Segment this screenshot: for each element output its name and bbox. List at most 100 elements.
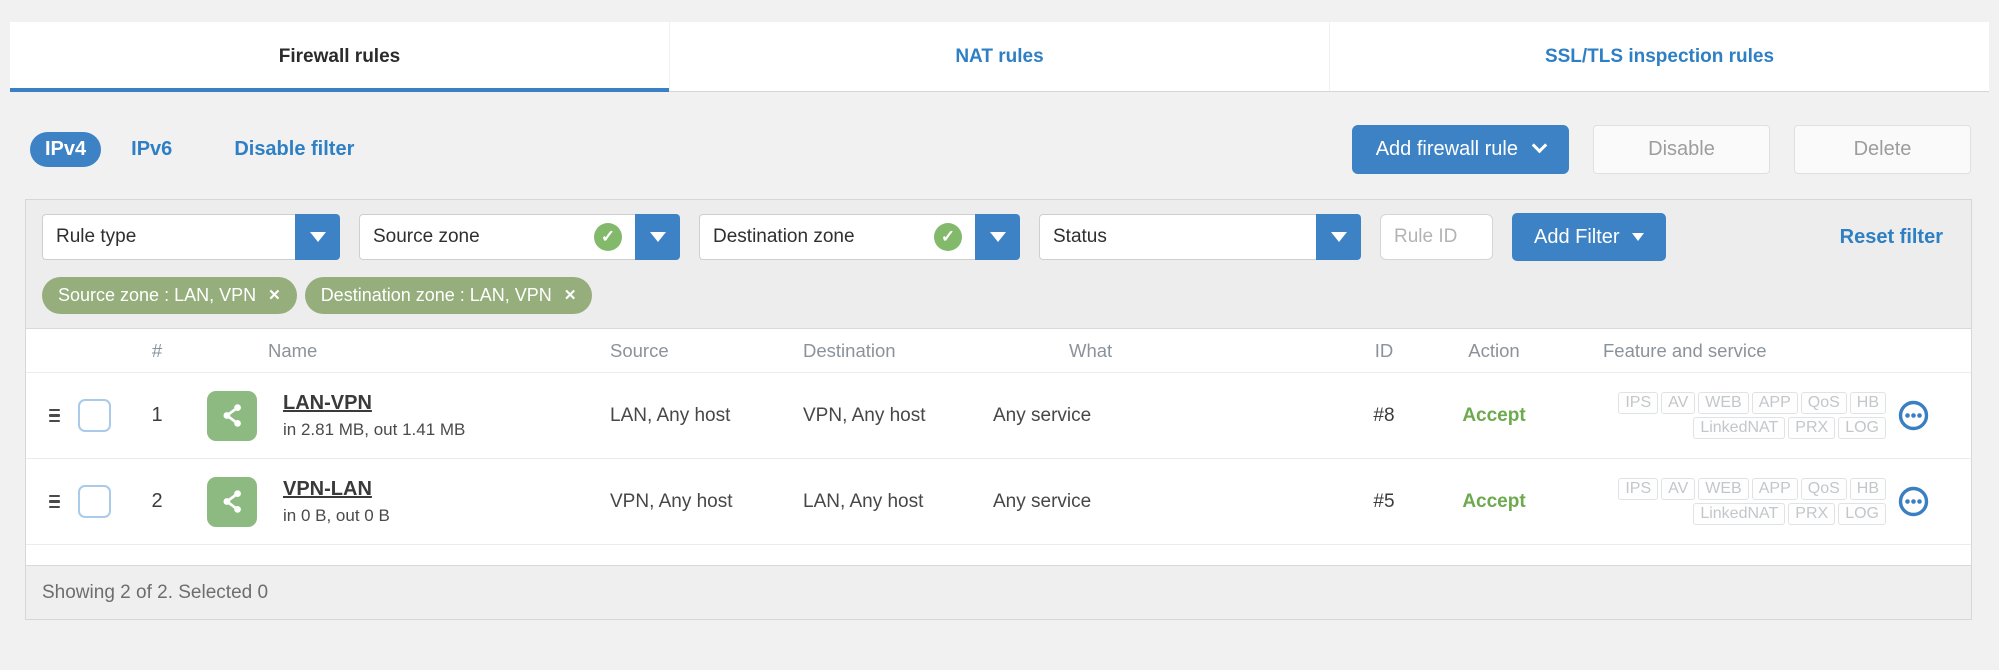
status-caret-button[interactable]	[1316, 214, 1361, 260]
rule-id: #5	[1373, 490, 1395, 512]
rule-id: #8	[1373, 404, 1395, 426]
ellipsis-icon	[1898, 400, 1929, 431]
feature-badge: WEB	[1698, 392, 1749, 414]
rule-number: 2	[151, 490, 163, 512]
rule-source: LAN, Any host	[610, 404, 731, 426]
rule-destination: VPN, Any host	[803, 404, 926, 426]
filter-chip-destination-zone: Destination zone : LAN, VPN ✕	[304, 277, 593, 314]
close-icon[interactable]: ✕	[268, 288, 281, 303]
source-zone-label: Source zone	[373, 226, 480, 247]
drag-handle-icon[interactable]	[45, 405, 64, 427]
destination-zone-caret-button[interactable]	[975, 214, 1020, 260]
rule-traffic: in 2.81 MB, out 1.41 MB	[283, 419, 466, 439]
table-row: 2 VPN-LAN in 0 B, out 0 B VPN, Any host …	[26, 459, 1971, 545]
table-header-row: # Name Source Destination What ID Action…	[26, 329, 1971, 373]
share-icon	[207, 476, 257, 527]
rule-type-caret-button[interactable]	[295, 214, 340, 260]
rules-table: # Name Source Destination What ID Action…	[26, 328, 1971, 619]
status-select[interactable]: Status	[1039, 214, 1361, 260]
row-checkbox[interactable]	[77, 399, 111, 432]
feature-badge: QoS	[1800, 392, 1847, 414]
reset-filter-link[interactable]: Reset filter	[1840, 226, 1943, 249]
feature-badges: IPS AV WEB APP QoS HB LinkedNAT PRX LOG	[1618, 478, 1886, 525]
feature-badge: WEB	[1698, 478, 1749, 500]
feature-badge: IPS	[1618, 478, 1659, 500]
add-firewall-rule-button[interactable]: Add firewall rule	[1351, 124, 1569, 174]
feature-badge: HB	[1849, 392, 1886, 414]
feature-badge: LOG	[1838, 417, 1886, 439]
rule-destination: LAN, Any host	[803, 490, 924, 512]
feature-badge: LOG	[1838, 503, 1886, 525]
column-header-source: Source	[610, 339, 669, 361]
caret-down-icon	[1631, 233, 1644, 241]
feature-badge: AV	[1661, 478, 1696, 500]
disable-button[interactable]: Disable	[1593, 124, 1770, 174]
column-header-feature: Feature and service	[1603, 339, 1767, 361]
toolbar: IPv4 IPv6 Disable filter Add firewall ru…	[30, 124, 1971, 174]
source-zone-caret-button[interactable]	[635, 214, 680, 260]
feature-badge: APP	[1751, 392, 1798, 414]
rule-name-link[interactable]: LAN-VPN	[283, 392, 372, 414]
rule-traffic: in 0 B, out 0 B	[283, 505, 390, 525]
column-header-num: #	[151, 339, 163, 361]
rule-source: VPN, Any host	[610, 490, 733, 512]
caret-down-icon	[649, 232, 666, 242]
destination-zone-label: Destination zone	[713, 226, 855, 247]
column-header-what: What	[1069, 339, 1113, 361]
add-filter-button[interactable]: Add Filter	[1512, 213, 1666, 261]
chevron-down-icon	[1531, 137, 1548, 154]
ipv4-toggle[interactable]: IPv4	[30, 131, 102, 167]
more-options-button[interactable]	[1898, 486, 1929, 517]
source-zone-field: Source zone ✓	[359, 214, 635, 260]
add-filter-label: Add Filter	[1534, 225, 1620, 248]
share-icon	[207, 390, 257, 441]
status-field: Status	[1039, 214, 1316, 260]
filter-chip-label: Source zone : LAN, VPN	[58, 285, 257, 305]
rule-id-input[interactable]	[1380, 214, 1493, 260]
feature-badge: AV	[1661, 392, 1696, 414]
source-zone-select[interactable]: Source zone ✓	[359, 214, 680, 260]
filter-bar: Rule type Source zone ✓ Destination zone…	[26, 200, 1971, 269]
rule-number: 1	[151, 404, 163, 426]
rule-action: Accept	[1462, 490, 1526, 512]
feature-badge: QoS	[1800, 478, 1847, 500]
ipv6-toggle[interactable]: IPv6	[131, 138, 172, 161]
feature-badge: LinkedNAT	[1693, 503, 1786, 525]
table-summary-text: Showing 2 of 2. Selected 0	[42, 581, 269, 603]
tab-firewall-rules[interactable]: Firewall rules	[10, 22, 669, 92]
feature-badge: PRX	[1788, 503, 1836, 525]
rule-what: Any service	[993, 404, 1092, 426]
row-checkbox[interactable]	[77, 485, 111, 518]
column-header-destination: Destination	[803, 339, 896, 361]
tab-nat-rules[interactable]: NAT rules	[669, 22, 1329, 91]
check-circle-icon: ✓	[594, 223, 622, 251]
table-summary-bar: Showing 2 of 2. Selected 0	[26, 565, 1971, 619]
destination-zone-field: Destination zone ✓	[699, 214, 975, 260]
caret-down-icon	[1330, 232, 1347, 242]
column-header-action: Action	[1468, 339, 1520, 361]
feature-badge: APP	[1751, 478, 1798, 500]
column-header-name: Name	[268, 339, 318, 361]
drag-handle-icon[interactable]	[45, 491, 64, 513]
rule-type-select[interactable]: Rule type	[42, 214, 340, 260]
feature-badge: LinkedNAT	[1693, 417, 1786, 439]
rule-type-field: Rule type	[42, 214, 295, 260]
rule-what: Any service	[993, 490, 1092, 512]
caret-down-icon	[309, 232, 326, 242]
rule-name-link[interactable]: VPN-LAN	[283, 478, 372, 500]
caret-down-icon	[989, 232, 1006, 242]
filter-chip-source-zone: Source zone : LAN, VPN ✕	[42, 277, 297, 314]
firewall-rules-panel: Rule type Source zone ✓ Destination zone…	[25, 199, 1972, 620]
delete-button[interactable]: Delete	[1794, 124, 1971, 174]
ellipsis-icon	[1898, 486, 1929, 517]
tab-ssl-tls-inspection-rules[interactable]: SSL/TLS inspection rules	[1329, 22, 1989, 91]
destination-zone-select[interactable]: Destination zone ✓	[699, 214, 1020, 260]
disable-filter-link[interactable]: Disable filter	[234, 138, 354, 161]
close-icon[interactable]: ✕	[564, 288, 577, 303]
check-circle-icon: ✓	[934, 223, 962, 251]
toolbar-actions: Add firewall rule Disable Delete	[1351, 124, 1971, 174]
column-header-id: ID	[1374, 339, 1394, 361]
more-options-button[interactable]	[1898, 400, 1929, 431]
add-firewall-rule-label: Add firewall rule	[1375, 137, 1518, 160]
tab-bar: Firewall rules NAT rules SSL/TLS inspect…	[10, 22, 1989, 92]
